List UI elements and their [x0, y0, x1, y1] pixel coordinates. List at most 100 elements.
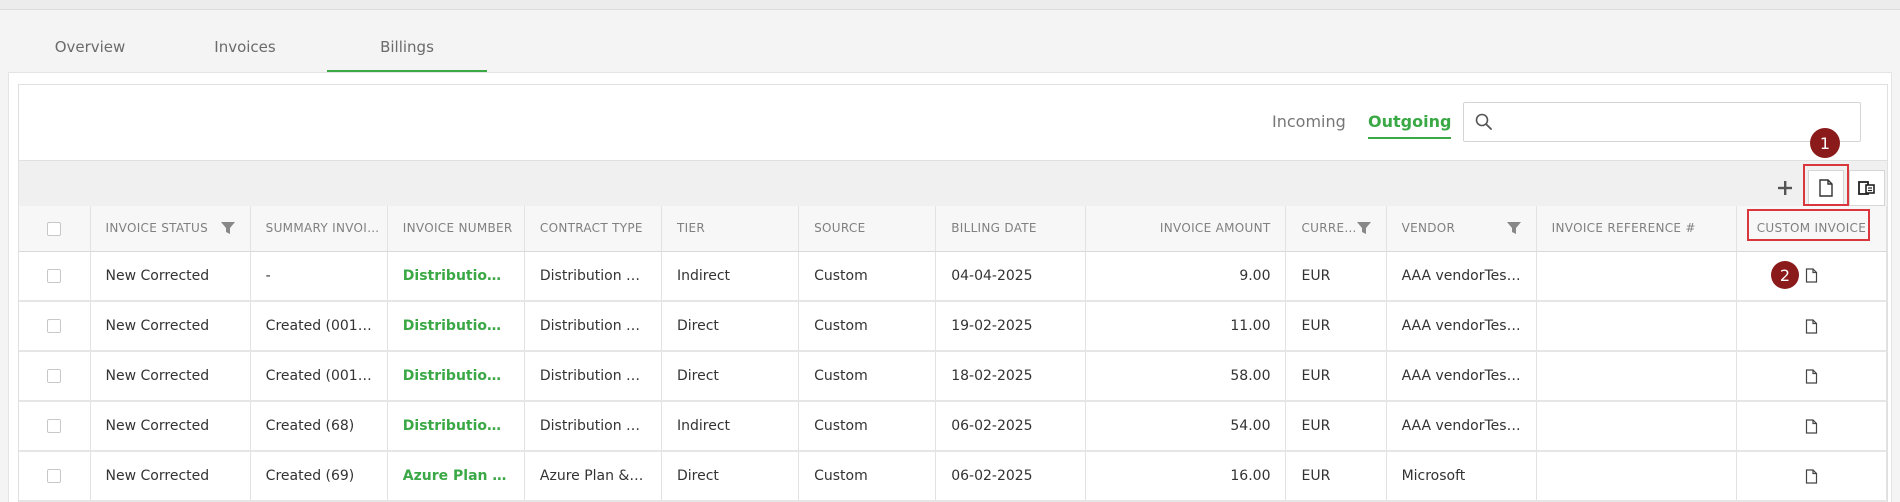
cell-status: New Corrected	[90, 451, 251, 502]
incoming-toggle[interactable]: Incoming	[1272, 112, 1346, 131]
cell-vendor: AAA vendorTest…	[1386, 351, 1537, 402]
document-icon[interactable]	[1805, 468, 1818, 484]
filter-icon[interactable]	[1356, 221, 1372, 235]
cell-number[interactable]: Distribution S…	[387, 251, 525, 302]
row-checkbox[interactable]	[47, 319, 62, 333]
row-select-cell	[19, 351, 91, 402]
cell-source: Custom	[798, 251, 937, 302]
cell-reference	[1536, 301, 1737, 352]
cell-reference	[1536, 251, 1737, 302]
top-strip	[0, 0, 1900, 10]
tab-bar: Overview Invoices Billings	[0, 10, 1900, 72]
tab-overview[interactable]: Overview	[40, 38, 140, 72]
search-box[interactable]	[1463, 102, 1861, 142]
cell-number[interactable]: Distribution S…	[387, 351, 525, 402]
table-row[interactable]: New Corrected Created (0010… Distribution …	[19, 301, 1888, 352]
highlight-box-1	[1803, 164, 1849, 206]
table-toolbar	[19, 160, 1887, 206]
column-header-invoice-number[interactable]: Invoice Number	[387, 206, 525, 252]
cell-source: Custom	[798, 401, 937, 452]
column-header-source[interactable]: Source	[798, 206, 937, 252]
annotation-badge-2: 2	[1771, 261, 1799, 289]
cell-currency: EUR	[1285, 401, 1387, 452]
cell-source: Custom	[798, 301, 937, 352]
cell-summary: Created (69)	[250, 451, 388, 502]
cell-number[interactable]: Distribution S…	[387, 301, 525, 352]
column-header-vendor[interactable]: Vendor	[1386, 206, 1537, 252]
document-icon[interactable]	[1805, 368, 1818, 384]
cell-vendor: Microsoft	[1386, 451, 1537, 502]
cell-status: New Corrected	[90, 301, 251, 352]
cell-amount: 58.00	[1085, 351, 1287, 402]
column-header-invoice-reference[interactable]: Invoice Reference #	[1536, 206, 1737, 252]
cell-number[interactable]: Distribution S…	[387, 401, 525, 452]
cell-currency: EUR	[1285, 301, 1387, 352]
cell-tier: Direct	[661, 451, 800, 502]
cell-summary: -	[250, 251, 388, 302]
row-checkbox[interactable]	[47, 419, 62, 433]
cell-summary: Created (0010…	[250, 351, 388, 402]
row-select-cell	[19, 451, 91, 502]
column-header-contract-type[interactable]: Contract Type	[524, 206, 663, 252]
cell-tier: Direct	[661, 351, 800, 402]
tab-invoices[interactable]: Invoices	[190, 38, 300, 72]
document-icon[interactable]	[1805, 268, 1818, 283]
billings-table: Invoice Status Summary Invoi… Invoice Nu…	[19, 206, 1888, 502]
row-select-cell	[19, 401, 91, 452]
column-header-currency[interactable]: Curre…	[1285, 206, 1387, 252]
cell-date: 06-02-2025	[935, 451, 1087, 502]
cell-custom-invoice	[1736, 301, 1888, 352]
export-button[interactable]	[1849, 170, 1885, 206]
row-checkbox[interactable]	[47, 469, 62, 483]
cell-contract: Distribution S…	[524, 351, 663, 402]
cell-currency: EUR	[1285, 451, 1387, 502]
outgoing-toggle[interactable]: Outgoing	[1368, 112, 1452, 139]
cell-number[interactable]: Azure Plan & …	[387, 451, 525, 502]
document-icon[interactable]	[1805, 418, 1818, 434]
cell-date: 18-02-2025	[935, 351, 1087, 402]
cell-date: 06-02-2025	[935, 401, 1087, 452]
row-select-cell	[19, 301, 91, 352]
cell-summary: Created (68)	[250, 401, 388, 452]
cell-contract: Distribution S…	[524, 301, 663, 352]
cell-source: Custom	[798, 451, 937, 502]
cell-reference	[1536, 351, 1737, 402]
table-row[interactable]: New Corrected Created (68) Distribution S……	[19, 401, 1888, 452]
select-all-checkbox[interactable]	[47, 221, 62, 236]
cell-summary: Created (0010…	[250, 301, 388, 352]
cell-custom-invoice	[1736, 251, 1888, 302]
column-header-invoice-status[interactable]: Invoice Status	[90, 206, 251, 252]
filter-icon[interactable]	[1506, 221, 1522, 235]
cell-source: Custom	[798, 351, 937, 402]
table-row[interactable]: New Corrected Created (0010… Distribution …	[19, 351, 1888, 402]
column-header-tier[interactable]: Tier	[661, 206, 800, 252]
column-header-summary-invoice[interactable]: Summary Invoi…	[250, 206, 388, 252]
column-header-invoice-amount[interactable]: Invoice Amount	[1085, 206, 1287, 252]
row-select-cell	[19, 251, 91, 302]
row-checkbox[interactable]	[47, 369, 62, 383]
cell-currency: EUR	[1285, 251, 1387, 302]
cell-vendor: AAA vendorTest…	[1386, 251, 1537, 302]
export-icon	[1858, 181, 1875, 195]
cell-status: New Corrected	[90, 351, 251, 402]
document-icon[interactable]	[1805, 318, 1818, 334]
cell-status: New Corrected	[90, 401, 251, 452]
cell-date: 04-04-2025	[935, 251, 1087, 302]
cell-custom-invoice	[1736, 401, 1888, 452]
table-header-row: Invoice Status Summary Invoi… Invoice Nu…	[19, 206, 1888, 252]
cell-currency: EUR	[1285, 351, 1387, 402]
cell-amount: 16.00	[1085, 451, 1287, 502]
cell-reference	[1536, 451, 1737, 502]
cell-status: New Corrected	[90, 251, 251, 302]
column-header-billing-date[interactable]: Billing Date	[935, 206, 1087, 252]
annotation-badge-1: 1	[1810, 128, 1840, 158]
cell-tier: Indirect	[661, 401, 800, 452]
tab-billings[interactable]: Billings	[327, 38, 487, 72]
cell-tier: Direct	[661, 301, 800, 352]
search-input[interactable]	[1502, 109, 1852, 135]
table-row[interactable]: New Corrected Created (69) Azure Plan & … A…	[19, 451, 1888, 502]
table-row[interactable]: New Corrected - Distribution S… Distributio…	[19, 251, 1888, 302]
row-checkbox[interactable]	[47, 268, 62, 283]
add-button[interactable]	[1767, 170, 1803, 206]
filter-icon[interactable]	[220, 221, 236, 235]
